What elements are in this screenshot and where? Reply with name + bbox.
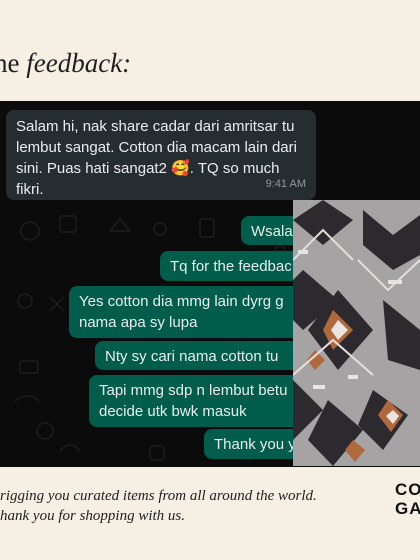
outgoing-message-text: Wsala	[251, 223, 293, 240]
footer-line: hank you for shopping with us.	[0, 508, 186, 524]
incoming-message-text: Salam hi, nak share cadar dari amritsar …	[16, 118, 297, 198]
outgoing-message-text: Thank you y	[214, 436, 296, 453]
outgoing-message-line: nama apa sy lupa	[79, 314, 198, 331]
footer-text: rigging you curated items from all aroun…	[0, 486, 317, 526]
incoming-message: Salam hi, nak share cadar dari amritsar …	[6, 110, 316, 200]
fabric-photo	[293, 200, 420, 466]
logo-line: GAL	[395, 499, 420, 518]
outgoing-message-text: Tq for the feedbac	[170, 258, 292, 275]
outgoing-message-line: Yes cotton dia mmg lain dyrg g	[79, 293, 284, 310]
incoming-message-time: 9:41 AM	[265, 178, 306, 190]
heading-italic: feedback:	[26, 48, 132, 78]
heading-prefix: he	[0, 48, 20, 78]
footer-line: rigging you curated items from all aroun…	[0, 488, 317, 504]
logo-line: CO	[395, 480, 420, 499]
outgoing-message-text: Nty sy cari nama cotton tu	[105, 348, 279, 365]
brand-logo: CO GAL	[392, 478, 420, 522]
page-heading: he feedback:	[0, 48, 131, 79]
